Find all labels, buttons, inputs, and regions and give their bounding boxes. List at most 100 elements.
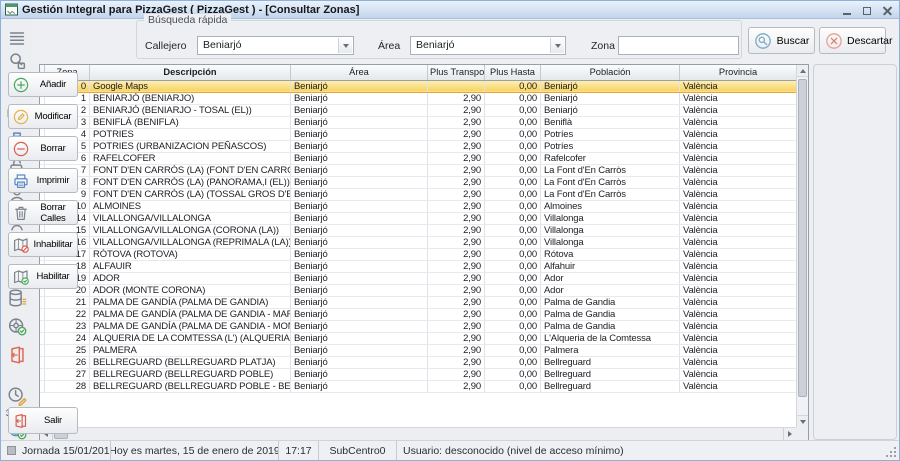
cell-plus_transporte	[428, 80, 485, 92]
table-row[interactable]: 8FONT D'EN CARRÒS (LA) (PANORAMA,I (EL))…	[40, 176, 796, 188]
scroll-down-icon[interactable]	[797, 415, 808, 427]
cell-plus_hasta: 0,00	[485, 200, 541, 212]
cell-plus_hasta: 0,00	[485, 104, 541, 116]
cell-descripcion: ADOR (MONTE CORONA)	[90, 284, 291, 296]
column-header-descripcion[interactable]: Descripción	[90, 65, 291, 80]
table-row[interactable]: 16VILALLONGA/VILLALONGA (REPRIMALA (LA))…	[40, 236, 796, 248]
table-row[interactable]: 15VILALLONGA/VILLALONGA (CORONA (LA))Ben…	[40, 224, 796, 236]
table-row[interactable]: 21PALMA DE GANDÍA (PALMA DE GANDIA)Benia…	[40, 296, 796, 308]
cell-plus_transporte: 2,90	[428, 104, 485, 116]
cell-descripcion: RAFELCOFER	[90, 152, 291, 164]
table-row[interactable]: 4POTRIESBeniarjó2,900,00PotríesValència	[40, 128, 796, 140]
clock-edit-icon[interactable]	[6, 385, 28, 407]
cell-plus_hasta: 0,00	[485, 140, 541, 152]
table-row[interactable]: 10ALMOINESBeniarjó2,900,00AlmoinesValènc…	[40, 200, 796, 212]
table-row[interactable]: 0Google MapsBeniarjó0,00BeniarjóValència	[40, 80, 796, 92]
table-row[interactable]: 25PALMERABeniarjó2,900,00PalmeraValència	[40, 344, 796, 356]
table-row[interactable]: 2BENIARJÓ (BENIARJO - TOSAL (EL))Beniarj…	[40, 104, 796, 116]
cell-plus_hasta: 0,00	[485, 212, 541, 224]
cell-plus_hasta: 0,00	[485, 116, 541, 128]
cell-zona: 25	[45, 344, 90, 356]
cell-plus_hasta: 0,00	[485, 380, 541, 392]
zones-table-header: ZonaDescripciónÁreaPlus TransportePlus H…	[40, 65, 796, 80]
table-row[interactable]: 6RAFELCOFERBeniarjó2,900,00RafelcoferVal…	[40, 152, 796, 164]
search-box-icon[interactable]	[6, 50, 28, 72]
minimize-icon[interactable]	[839, 4, 855, 16]
table-row[interactable]: 27BELLREGUARD (BELLREGUARD POBLE)Beniarj…	[40, 368, 796, 380]
cell-plus_transporte: 2,90	[428, 200, 485, 212]
cell-provincia: València	[680, 368, 797, 380]
scroll-up-icon[interactable]	[797, 65, 808, 77]
table-row[interactable]: 14VILALLONGA/VILLALONGABeniarjó2,900,00V…	[40, 212, 796, 224]
salir-button[interactable]: Salir	[8, 407, 78, 434]
database-icon[interactable]	[6, 287, 28, 309]
cell-plus_hasta: 0,00	[485, 128, 541, 140]
column-header-plus_hasta[interactable]: Plus Hasta	[485, 65, 541, 80]
habilitar-button[interactable]: Habilitar	[8, 264, 78, 289]
area-select[interactable]: Beniarjó	[410, 36, 566, 55]
cell-provincia: València	[680, 260, 797, 272]
anadir-button[interactable]: Añadir	[8, 72, 78, 97]
wheel-check-icon[interactable]	[6, 315, 28, 337]
cell-plus_transporte: 2,90	[428, 296, 485, 308]
status-user: Usuario: desconocido (nivel de acceso mí…	[397, 441, 899, 460]
cell-plus_hasta: 0,00	[485, 368, 541, 380]
cell-descripcion: ADOR	[90, 272, 291, 284]
table-row[interactable]: 23PALMA DE GANDÍA (PALMA DE GANDIA - MON…	[40, 320, 796, 332]
cell-plus_transporte: 2,90	[428, 380, 485, 392]
table-row[interactable]: 1BENIARJÓ (BENIARJO)Beniarjó2,900,00Beni…	[40, 92, 796, 104]
buscar-button[interactable]: Buscar	[748, 27, 815, 54]
plus-circle-icon	[12, 76, 30, 94]
cell-descripcion: ALMOINES	[90, 200, 291, 212]
table-row[interactable]: 24ALQUERIA DE LA COMTESSA (L') (ALQUERIA…	[40, 332, 796, 344]
column-header-poblacion[interactable]: Población	[541, 65, 680, 80]
table-row[interactable]: 3BENIFLÁ (BENIFLA)Beniarjó2,900,00Benifl…	[40, 116, 796, 128]
table-row[interactable]: 20ADOR (MONTE CORONA)Beniarjó2,900,00Ado…	[40, 284, 796, 296]
descartar-button[interactable]: Descartar	[819, 27, 886, 54]
cell-plus_transporte: 2,90	[428, 344, 485, 356]
borrar-button[interactable]: Borrar	[8, 136, 78, 161]
imprimir-button[interactable]: Imprimir	[8, 168, 78, 193]
cell-plus_transporte: 2,90	[428, 116, 485, 128]
modificar-button[interactable]: Modificar	[8, 104, 78, 129]
cell-provincia: València	[680, 224, 797, 236]
table-row[interactable]: 19ADORBeniarjó2,900,00AdorValència	[40, 272, 796, 284]
table-row[interactable]: 17RÓTOVA (ROTOVA)Beniarjó2,900,00RótovaV…	[40, 248, 796, 260]
vertical-scrollbar[interactable]	[796, 65, 808, 427]
column-header-provincia[interactable]: Provincia	[680, 65, 797, 80]
horizontal-scrollbar[interactable]	[40, 427, 796, 440]
logout-door-icon[interactable]	[6, 344, 28, 366]
inhabilitar-button[interactable]: Inhabilitar	[8, 232, 78, 257]
search-circle-icon	[753, 31, 773, 51]
borrar-calles-button[interactable]: Borrar Calles	[8, 200, 78, 225]
cell-plus_transporte: 2,90	[428, 212, 485, 224]
vertical-scroll-thumb[interactable]	[798, 79, 807, 397]
table-row[interactable]: 7FONT D'EN CARRÒS (LA) (FONT D'EN CARROS…	[40, 164, 796, 176]
table-row[interactable]: 22PALMA DE GANDÍA (PALMA DE GANDIA - MAR…	[40, 308, 796, 320]
cell-plus_transporte: 2,90	[428, 368, 485, 380]
column-header-area[interactable]: Área	[291, 65, 428, 80]
close-icon[interactable]	[879, 4, 895, 16]
table-row[interactable]: 28BELLREGUARD (BELLREGUARD POBLE - BELLR…	[40, 380, 796, 392]
cell-plus_hasta: 0,00	[485, 284, 541, 296]
zona-input[interactable]	[618, 36, 739, 55]
table-row[interactable]: 5POTRIES (URBANIZACION PEÑASCOS)Beniarjó…	[40, 140, 796, 152]
column-header-plus_transporte[interactable]: Plus Transporte	[428, 65, 485, 80]
printer-icon	[12, 172, 30, 190]
cell-area: Beniarjó	[291, 380, 428, 392]
scroll-right-icon[interactable]	[783, 428, 796, 440]
maximize-icon[interactable]	[859, 4, 875, 16]
table-row[interactable]: 26BELLREGUARD (BELLREGUARD PLATJA)Beniar…	[40, 356, 796, 368]
cell-zona: 27	[45, 368, 90, 380]
buscar-label: Buscar	[776, 35, 810, 47]
callejero-select[interactable]: Beniarjó	[197, 36, 354, 55]
cell-zona: 24	[45, 332, 90, 344]
table-row[interactable]: 18ALFAUIRBeniarjó2,900,00AlfahuirValènci…	[40, 260, 796, 272]
table-row[interactable]: 9FONT D'EN CARRÒS (LA) (TOSSAL GROS D'EN…	[40, 188, 796, 200]
scrollbar-corner	[796, 427, 808, 440]
menu-icon[interactable]	[6, 27, 28, 49]
status-jornada: Jornada 15/01/2019	[1, 441, 111, 460]
pencil-circle-icon	[12, 108, 30, 126]
resize-grip[interactable]	[885, 446, 897, 458]
cell-plus_hasta: 0,00	[485, 344, 541, 356]
